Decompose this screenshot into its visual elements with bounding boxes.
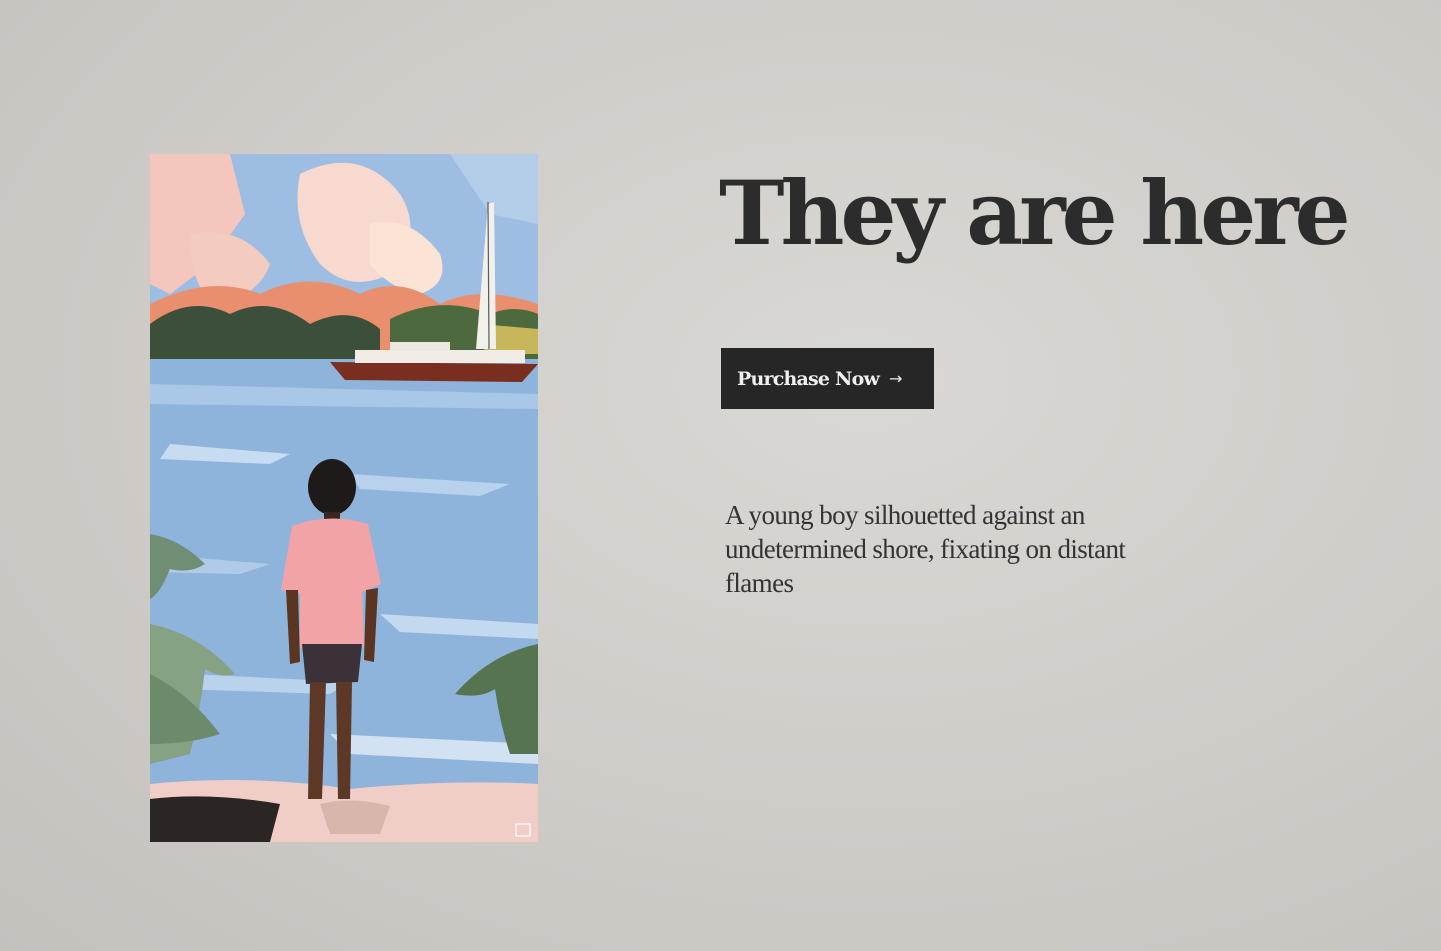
purchase-now-label: Purchase Now <box>737 367 880 390</box>
artwork-description: A young boy silhouetted against an undet… <box>725 500 1126 598</box>
artwork-image <box>150 154 538 842</box>
hero-title: They are here <box>719 161 1351 265</box>
arrow-right-icon: → <box>889 369 903 388</box>
purchase-now-button[interactable]: Purchase Now → <box>721 348 934 409</box>
